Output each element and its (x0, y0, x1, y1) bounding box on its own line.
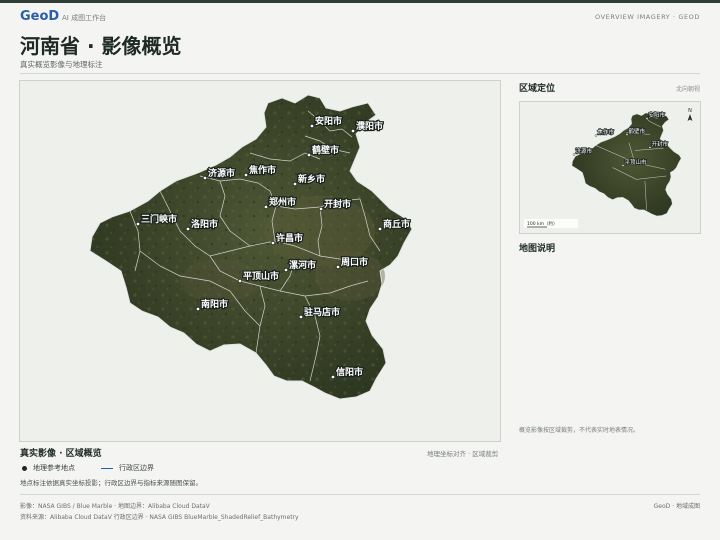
city-label: 周口市 (341, 256, 368, 268)
brand-subtitle: AI 成图工作台 (62, 14, 107, 22)
city-point-icon (330, 374, 336, 380)
city-marker[interactable]: 郑州市 (263, 195, 297, 210)
legend-point: 地理参考地点 (22, 463, 75, 473)
city-marker[interactable]: 南阳市 (195, 297, 229, 312)
footer-brand: GeoD · 地域成图 (653, 503, 700, 510)
city-marker[interactable]: 周口市 (335, 255, 369, 270)
city-marker[interactable]: 洛阳市 (185, 217, 219, 232)
footer-divider (20, 494, 700, 495)
city-marker[interactable]: 漯河市 (283, 258, 317, 273)
section-note: 地点标注依据真实坐标投影；行政区边界与指标来源随图保留。 (20, 479, 202, 487)
legend-line: 行政区边界 (101, 463, 154, 473)
locator-city-marker: 开封市 (648, 139, 669, 149)
locator-city-label: 焦作市 (598, 128, 615, 136)
locator-orientation: 北向朝视 (675, 86, 700, 93)
city-label: 济源市 (208, 167, 235, 179)
city-marker[interactable]: 三门峡市 (135, 212, 178, 227)
top-accent-bar (0, 0, 720, 3)
city-marker[interactable]: 新乡市 (292, 172, 326, 187)
city-label: 洛阳市 (191, 218, 218, 230)
city-point-icon (377, 226, 383, 232)
city-point-icon (202, 175, 208, 181)
city-point-icon (237, 278, 243, 284)
city-label: 焦作市 (248, 164, 276, 176)
city-marker[interactable]: 鹤壁市 (306, 143, 340, 158)
city-label: 驻马店市 (304, 306, 340, 318)
scale-bar: 100 km（约） (524, 219, 578, 228)
page-title: 河南省 · 影像概览 (20, 34, 182, 58)
city-point-icon (350, 128, 356, 134)
city-label: 开封市 (324, 198, 351, 210)
city-point-icon (292, 181, 298, 187)
locator-city-label: 安阳市 (649, 111, 666, 119)
city-label: 平顶山市 (243, 270, 279, 282)
city-marker[interactable]: 商丘市 (377, 217, 411, 232)
page-subtitle: 真实概览影像与地理标注 (20, 60, 103, 69)
city-marker[interactable]: 焦作市 (243, 163, 277, 178)
city-label: 漯河市 (289, 259, 316, 271)
city-label: 濮阳市 (355, 120, 383, 132)
city-point-icon (263, 204, 269, 210)
svg-text:100 km（约）: 100 km（约） (527, 220, 558, 227)
locator-city-marker: 平顶山市 (621, 157, 648, 167)
city-point-icon (135, 221, 141, 227)
svg-text:N: N (688, 108, 692, 114)
brand-logo[interactable]: GeoD (20, 9, 59, 24)
locator-city-label: 济源市 (576, 147, 593, 155)
point-marker-icon (22, 465, 27, 471)
city-marker[interactable]: 安阳市 (309, 114, 343, 129)
locator-city-marker: 焦作市 (594, 127, 615, 137)
locator-city-marker: 鹤壁市 (625, 126, 646, 136)
section-title: 真实影像 · 区域概览 (20, 449, 102, 459)
city-point-icon (283, 267, 289, 273)
city-point-icon (298, 314, 304, 320)
section-meta: 地理坐标对齐 · 区域裁剪 (427, 450, 499, 458)
city-marker[interactable]: 济源市 (202, 166, 236, 181)
locator-city-marker: 安阳市 (645, 110, 666, 120)
map-canvas: 安阳市 濮阳市鹤壁市济源市 焦作市新乡市郑州市 开封市三门峡市 洛阳市 商丘市许昌市周口市… (89, 94, 413, 400)
city-marker[interactable]: 濮阳市 (350, 119, 384, 134)
locator-city-label: 开封市 (652, 140, 669, 148)
city-point-icon (335, 264, 341, 270)
boundary-line-icon (101, 467, 113, 469)
header-divider (20, 73, 700, 74)
locator-city-marker: 济源市 (572, 146, 593, 156)
city-label: 郑州市 (269, 196, 296, 208)
north-arrow-icon: N (687, 108, 693, 121)
footer-sources: 资料来源：Alibaba Cloud DataV 行政区边界 · NASA GI… (20, 514, 299, 521)
city-point-icon (306, 152, 312, 158)
locator-title: 区域定位 (519, 84, 556, 94)
footer-credits: 影像：NASA GIBS / Blue Marble · 地图边界：Alibab… (20, 503, 210, 510)
locator-map[interactable]: 安阳市 鹤壁市 焦作市开封市济源市平顶山市 N 100 km（约） (519, 101, 701, 234)
city-marker[interactable]: 许昌市 (270, 231, 304, 246)
city-label: 安阳市 (315, 115, 342, 127)
header-meta: OVERVIEW IMAGERY · GEOD (594, 13, 700, 21)
city-label: 新乡市 (298, 173, 325, 185)
city-point-icon (309, 123, 315, 129)
city-label: 商丘市 (383, 218, 410, 230)
city-point-icon (195, 306, 201, 312)
locator-city-label: 平顶山市 (625, 158, 648, 166)
city-point-icon (270, 240, 276, 246)
city-label: 信阳市 (336, 366, 363, 378)
city-label: 南阳市 (201, 298, 228, 310)
city-point-icon (185, 226, 191, 232)
city-label: 三门峡市 (141, 213, 177, 225)
legend-title: 地图说明 (519, 244, 556, 254)
locator-city-label: 鹤壁市 (629, 127, 646, 135)
city-marker[interactable]: 驻马店市 (298, 305, 341, 320)
legend-point-label: 地理参考地点 (33, 464, 75, 472)
city-label: 鹤壁市 (312, 144, 339, 156)
city-point-icon (318, 206, 324, 212)
legend-line-label: 行政区边界 (119, 464, 154, 472)
city-point-icon (243, 172, 249, 178)
city-marker[interactable]: 平顶山市 (237, 269, 280, 284)
locator-canvas: 安阳市鹤壁市 焦作市开封市济源市平顶山市 N 100 km（约） (524, 108, 693, 228)
city-label: 许昌市 (276, 232, 303, 244)
city-marker[interactable]: 开封市 (318, 197, 352, 212)
city-marker[interactable]: 信阳市 (330, 365, 364, 380)
imagery-disclaimer: 概览影像按区域裁剪，不代表实时地表情况。 (519, 427, 640, 434)
main-map[interactable]: 安阳市 濮阳市鹤壁市济源市 焦作市新乡市 郑州市 开封市三门峡市 洛阳市 商丘市许昌市周口市… (19, 80, 501, 442)
